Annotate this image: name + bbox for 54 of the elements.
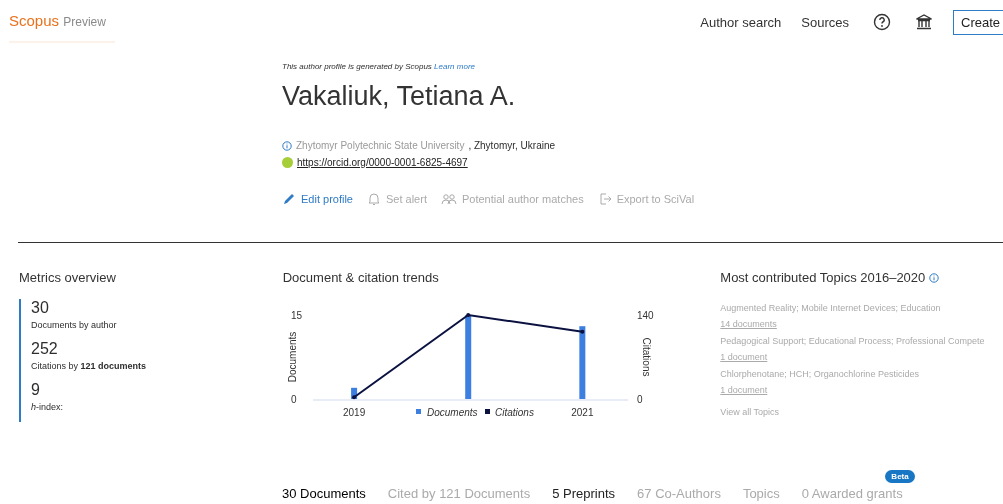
- orcid-link[interactable]: https://orcid.org/0000-0001-6825-4697: [297, 157, 468, 168]
- data-point: [351, 395, 356, 400]
- axis-tick-label: 0: [290, 394, 297, 405]
- info-icon: [282, 140, 292, 151]
- metric-value: 252: [31, 340, 59, 358]
- legend-label: Citations: [494, 407, 534, 418]
- axis-tick-label: 0: [636, 394, 643, 405]
- nav-link[interactable]: Author search: [700, 14, 782, 30]
- bell-icon: [367, 192, 381, 206]
- profile-action[interactable]: Edit profile: [282, 192, 353, 206]
- topic-count-link[interactable]: 1 document: [720, 385, 768, 395]
- topic-name: Augmented Reality; Mobile Internet Devices; Education: [720, 303, 941, 313]
- people-icon: [440, 192, 457, 206]
- metric-value: 30: [31, 299, 50, 317]
- metric-value: 9: [31, 381, 41, 399]
- metric-label: h-index:: [31, 402, 65, 412]
- tab[interactable]: 5 Preprints: [552, 486, 616, 501]
- view-all-topics-link[interactable]: View all Topics: [720, 407, 1003, 417]
- legend-swatch: [484, 409, 490, 414]
- affiliation-link[interactable]: Zhytomyr Polytechnic State University: [296, 140, 465, 151]
- orcid-icon: [282, 157, 293, 168]
- topic-name: Chlorphenotane; HCH; Organochlorine Pesticides: [720, 369, 919, 379]
- section-title: Metrics overview: [19, 270, 117, 285]
- scopus-logo[interactable]: Scopus Preview: [9, 7, 115, 43]
- learn-more-link[interactable]: Learn more: [434, 62, 475, 71]
- axis-label: Citations: [640, 337, 652, 377]
- topic-count-link[interactable]: 14 documents: [720, 319, 777, 329]
- axis-tick-label: 140: [636, 310, 654, 321]
- location-text: , Zhytomyr, Ukraine: [468, 140, 556, 151]
- axis-tick-label: 15: [290, 310, 302, 321]
- topic-count-link[interactable]: 1 document: [720, 352, 768, 362]
- beta-badge: Beta: [885, 470, 915, 483]
- help-icon[interactable]: [873, 13, 891, 31]
- axis-tick-label: 2021: [570, 407, 594, 418]
- profile-notice: This author profile is generated by Scopus Learn more: [282, 62, 476, 71]
- section-title: Document & citation trends: [282, 270, 440, 285]
- legend-label: Documents: [426, 407, 478, 418]
- axis-tick-label: 2019: [342, 407, 365, 418]
- metric-label: Citations by 121 documents: [31, 361, 148, 371]
- metric-label: Documents by author: [31, 320, 118, 330]
- institution-icon[interactable]: [915, 13, 933, 31]
- nav-link[interactable]: Sources: [801, 14, 849, 30]
- section-title: Most contributed Topics 2016–2020: [720, 270, 926, 285]
- topic-name: Pedagogical Support; Educational Process; Professional Compete: [720, 336, 985, 346]
- legend-swatch: [415, 409, 421, 414]
- data-point: [465, 313, 470, 317]
- create-button[interactable]: Create: [953, 9, 1003, 35]
- info-icon[interactable]: [929, 272, 940, 283]
- axis-label: Documents: [286, 331, 298, 383]
- export-icon: [597, 192, 612, 206]
- pencil-icon: [282, 192, 296, 206]
- tab[interactable]: 30 Documents: [282, 486, 366, 501]
- data-point: [580, 329, 585, 334]
- author-name: Vakaliuk, Tetiana A.: [282, 81, 517, 112]
